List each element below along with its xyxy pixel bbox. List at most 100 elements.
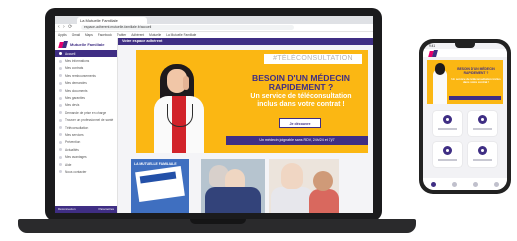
photo-body (309, 189, 339, 213)
tile-label (473, 128, 492, 130)
sidebar-item-label: Mes services (65, 132, 84, 137)
card-icon (443, 115, 452, 124)
app: Mutuelle Familiale Accueil Mes informati… (55, 38, 373, 213)
sidebar-item[interactable]: Mes garanties (55, 94, 117, 101)
dashboard-tile[interactable] (433, 111, 462, 136)
news-card-consultation[interactable] (269, 159, 339, 213)
menu-icon (59, 133, 62, 137)
sidebar-item-label: Mes garanties (65, 96, 86, 101)
dashboard-tile[interactable] (468, 142, 497, 167)
sidebar-item[interactable]: Mes services (55, 131, 117, 138)
sidebar-item-label: Mes demandes (65, 81, 87, 86)
home-icon (59, 52, 62, 56)
sidebar-item-label: Mes informations (65, 59, 90, 64)
tab-refunds-icon[interactable] (473, 181, 478, 187)
menu-icon (59, 118, 62, 122)
sidebar-item-label: Mes contrats (65, 66, 84, 71)
teleconsultation-banner[interactable]: #TÉLÉCONSULTATION BESOIN D'UN MÉDECIN RA… (136, 50, 368, 153)
menu-icon (59, 81, 62, 85)
sidebar-item-label: Accueil (65, 51, 76, 56)
banner-subtitle: Un service de téléconsultation inclus da… (232, 93, 368, 109)
dashboard-tile[interactable] (433, 142, 462, 167)
sidebar-item[interactable]: Mes avantages (55, 153, 117, 160)
logo-mark-icon (59, 41, 68, 48)
menu-icon (59, 148, 62, 152)
logo-mark-icon (429, 50, 438, 57)
phone-hand (183, 76, 189, 90)
dashboard-tile[interactable] (468, 111, 497, 136)
sidebar-item-label: Actualités (65, 147, 79, 152)
document-icon (443, 146, 452, 155)
photo-person (281, 163, 303, 189)
banner-title: BESOIN D'UN MÉDECIN RAPIDEMENT ? (236, 74, 366, 92)
banner-subtitle-line: Un service de téléconsultation (250, 93, 352, 100)
settings-link[interactable]: Paramètres (98, 206, 114, 213)
menu-icon (59, 111, 62, 115)
phone-tab-bar (423, 178, 507, 190)
laptop-notch (190, 219, 246, 224)
phone-banner-subtitle: Un service de téléconsultation inclus da… (451, 77, 501, 85)
sidebar-item[interactable]: Mes devis (55, 102, 117, 109)
card-logo: LA MUTUELLE FAMILIALE (134, 162, 177, 166)
phone-dashboard-grid (433, 111, 497, 167)
url-input[interactable]: espace-adherent.mutuelle-familiale.fr/ac… (81, 25, 294, 30)
sidebar-item[interactable]: Trouver un professionnel de santé (55, 117, 117, 124)
banner-cta-button[interactable]: Je découvre (279, 118, 321, 128)
logout-link[interactable]: Déconnexion (58, 207, 76, 211)
sidebar-item[interactable]: Prévention (55, 139, 117, 146)
menu-icon (59, 170, 62, 174)
phone-notch (455, 43, 475, 48)
phone-app-header (423, 49, 507, 57)
sidebar-item[interactable]: Demande de prise en charge (55, 109, 117, 116)
sidebar-item-label: Demande de prise en charge (65, 110, 107, 115)
menu-icon (59, 126, 62, 130)
menu-icon (59, 103, 62, 107)
contact-icon (478, 146, 487, 155)
card-paper (135, 165, 185, 203)
sidebar-item[interactable]: Mes documents (55, 87, 117, 94)
doctor-illustration (154, 64, 204, 153)
menu-icon (59, 96, 62, 100)
tab-documents-icon[interactable] (452, 181, 457, 187)
sidebar-item-accueil[interactable]: Accueil (55, 50, 117, 58)
phone-time: 9:41 (429, 44, 436, 48)
sidebar-item[interactable]: Téléconsultation (55, 124, 117, 131)
sidebar-item[interactable]: Mes contrats (55, 65, 117, 72)
menu-icon (59, 74, 62, 78)
news-card-member[interactable]: LA MUTUELLE FAMILIALE (131, 159, 189, 213)
brand-logo[interactable]: Mutuelle Familiale (55, 38, 117, 50)
stethoscope-icon (167, 104, 193, 127)
phone-banner[interactable]: BESOIN D'UN MÉDECIN RAPIDEMENT ? Un serv… (427, 60, 503, 104)
sidebar-item-label: Mes devis (65, 103, 80, 108)
sidebar-item-label: Mes documents (65, 88, 88, 93)
menu-icon (59, 163, 62, 167)
sidebar-item-label: Trouver un professionnel de santé (65, 118, 114, 123)
tab-profile-icon[interactable] (494, 181, 499, 187)
banner-subtitle-line: inclus dans votre contrat ! (257, 101, 345, 108)
sidebar-item[interactable]: Nous contacter (55, 168, 117, 175)
photo-body (271, 187, 313, 213)
sidebar-item[interactable]: Actualités (55, 146, 117, 153)
photo-person (313, 171, 333, 191)
phone-screen: 9:41 BESOIN D'UN MÉDECIN RAPIDEMENT ? Un… (423, 43, 507, 190)
news-card-seniors[interactable] (201, 159, 265, 213)
phone-banner-strip (449, 96, 501, 100)
sidebar-item[interactable]: Mes remboursements (55, 72, 117, 79)
sidebar-item[interactable]: Mes demandes (55, 80, 117, 87)
address-bar-row: ‹ › ⟳ espace-adherent.mutuelle-familiale… (55, 24, 373, 32)
banner-strip: Un médecin joignable sans RDV, 24h/24 et… (226, 136, 368, 145)
tile-label (473, 159, 492, 161)
sidebar-item-label: Nous contacter (65, 169, 87, 174)
browser-tab[interactable]: La Mutuelle Familiale (77, 17, 147, 24)
tab-home-icon[interactable] (431, 181, 436, 187)
sidebar-item[interactable]: Aide (55, 161, 117, 168)
browser-tab-strip: La Mutuelle Familiale (55, 16, 373, 31)
sidebar: Mutuelle Familiale Accueil Mes informati… (55, 38, 118, 213)
sidebar-footer: Déconnexion Paramètres (55, 206, 117, 213)
doctor-hair (435, 63, 445, 75)
euro-icon (478, 115, 487, 124)
tile-label (438, 128, 457, 130)
sidebar-item[interactable]: Mes informations (55, 57, 117, 64)
back-forward-icon[interactable]: ‹ › ⟳ (58, 24, 73, 31)
photo-body (205, 187, 261, 213)
